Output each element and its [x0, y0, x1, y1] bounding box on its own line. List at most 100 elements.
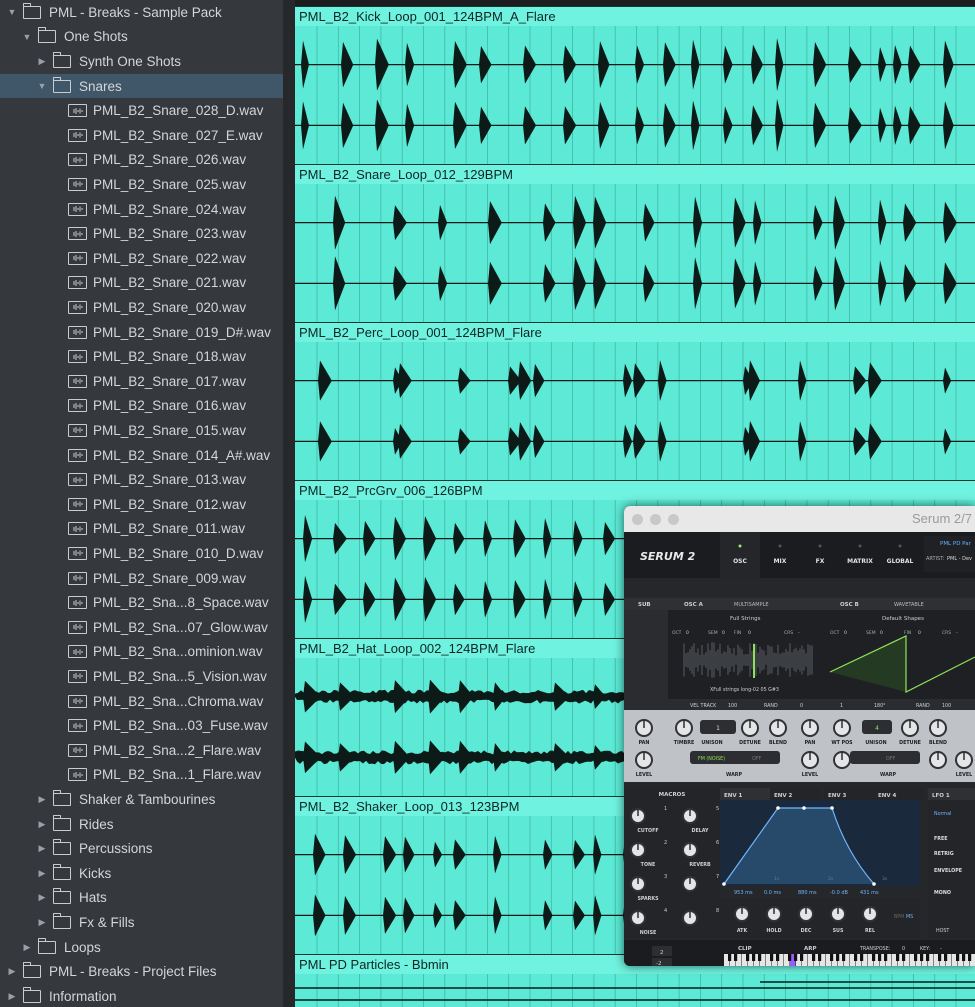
osc-b-warp-display[interactable] [850, 751, 920, 764]
macro-knob[interactable] [682, 910, 698, 926]
serum-knob[interactable] [675, 719, 693, 737]
audio-clip[interactable]: PML_B2_Snare_Loop_012_129BPM [295, 164, 975, 322]
disclosure-closed-icon[interactable]: ▶ [36, 818, 48, 830]
macro-knob[interactable] [630, 808, 646, 824]
disclosure-open-icon[interactable]: ▼ [36, 80, 48, 92]
file-row[interactable]: PML_B2_Snare_012.wav [0, 492, 290, 517]
serum-knob[interactable] [929, 719, 947, 737]
env-knob[interactable] [766, 906, 782, 922]
tab-osc[interactable] [720, 532, 760, 578]
disclosure-closed-icon[interactable]: ▶ [36, 892, 48, 904]
disclosure-open-icon[interactable]: ▼ [6, 6, 18, 18]
disclosure-closed-icon[interactable]: ▶ [6, 990, 18, 1002]
file-row[interactable]: PML_B2_Snare_011.wav [0, 517, 290, 542]
folder-row[interactable]: ▶ Hats [0, 886, 290, 911]
clip-waveform-area[interactable] [295, 342, 975, 480]
serum-knob[interactable] [901, 719, 919, 737]
file-row[interactable]: PML_B2_Snare_025.wav [0, 172, 290, 197]
file-row[interactable]: PML_B2_Sna...1_Flare.wav [0, 763, 290, 788]
file-row[interactable]: PML_B2_Sna...ominion.wav [0, 640, 290, 665]
zoom-window-dot[interactable] [668, 514, 679, 525]
file-row[interactable]: PML_B2_Sna...8_Space.wav [0, 590, 290, 615]
folder-row[interactable]: ▶ Percussions [0, 836, 290, 861]
file-row[interactable]: PML_B2_Sna...07_Glow.wav [0, 615, 290, 640]
folder-row[interactable]: ▶ Fx & Fills [0, 910, 290, 935]
audio-clip[interactable]: PML_B2_Perc_Loop_001_124BPM_Flare [295, 322, 975, 480]
env-knob[interactable] [798, 906, 814, 922]
disclosure-closed-icon[interactable]: ▶ [36, 867, 48, 879]
file-row[interactable]: PML_B2_Snare_018.wav [0, 344, 290, 369]
audio-clip[interactable]: PML_B2_Kick_Loop_001_124BPM_A_Flare [295, 6, 975, 164]
file-row[interactable]: PML_B2_Snare_023.wav [0, 221, 290, 246]
file-row[interactable]: PML_B2_Sna...2_Flare.wav [0, 738, 290, 763]
disclosure-open-icon[interactable]: ▼ [21, 31, 33, 43]
folder-row[interactable]: ▼ Snares [0, 73, 290, 99]
macro-knob[interactable] [682, 808, 698, 824]
folder-row[interactable]: ▼ One Shots [0, 25, 290, 50]
serum-knob[interactable] [769, 719, 787, 737]
file-row[interactable]: PML_B2_Snare_020.wav [0, 295, 290, 320]
minimize-window-dot[interactable] [650, 514, 661, 525]
env-knob[interactable] [862, 906, 878, 922]
file-row[interactable]: PML_B2_Snare_016.wav [0, 394, 290, 419]
file-row[interactable]: PML_B2_Snare_027_E.wav [0, 123, 290, 148]
folder-row[interactable]: ▶ Synth One Shots [0, 49, 290, 74]
folder-row[interactable]: ▶ Kicks [0, 861, 290, 886]
file-row[interactable]: PML_B2_Snare_026.wav [0, 148, 290, 173]
folder-row[interactable]: ▶ Information [0, 984, 290, 1007]
file-row[interactable]: PML_B2_Snare_021.wav [0, 271, 290, 296]
octave-down-box[interactable] [652, 958, 672, 966]
file-row[interactable]: PML_B2_Snare_017.wav [0, 369, 290, 394]
folder-row[interactable]: ▶ Shaker & Tambourines [0, 787, 290, 812]
file-row[interactable]: PML_B2_Snare_024.wav [0, 197, 290, 222]
file-row[interactable]: PML_B2_Snare_022.wav [0, 246, 290, 271]
clip-waveform-area[interactable] [295, 184, 975, 322]
env-knob[interactable] [734, 906, 750, 922]
tab-global[interactable] [880, 532, 920, 578]
file-row[interactable]: PML_B2_Snare_019_D#.wav [0, 320, 290, 345]
env-knob[interactable] [830, 906, 846, 922]
tab-fx[interactable] [800, 532, 840, 578]
file-row[interactable]: PML_B2_Snare_015.wav [0, 418, 290, 443]
folder-row[interactable]: ▶ PML - Breaks - Project Files [0, 959, 290, 984]
file-row[interactable]: PML_B2_Snare_028_D.wav [0, 98, 290, 123]
disclosure-closed-icon[interactable]: ▶ [36, 916, 48, 928]
panel-divider[interactable] [283, 0, 295, 1007]
serum-knob[interactable] [833, 719, 851, 737]
clip-waveform-area[interactable] [295, 26, 975, 164]
file-row[interactable]: PML_B2_Snare_014_A#.wav [0, 443, 290, 468]
close-window-dot[interactable] [632, 514, 643, 525]
serum-knob[interactable] [741, 719, 759, 737]
serum-knob[interactable] [635, 751, 653, 769]
tab-matrix[interactable] [840, 532, 880, 578]
disclosure-closed-icon[interactable]: ▶ [21, 941, 33, 953]
serum-knob[interactable] [955, 751, 973, 769]
clip-waveform-area[interactable] [295, 974, 975, 1007]
folder-row[interactable]: ▶ Rides [0, 812, 290, 837]
file-row[interactable]: PML_B2_Snare_013.wav [0, 467, 290, 492]
file-row[interactable]: PML_B2_Snare_010_D.wav [0, 541, 290, 566]
disclosure-closed-icon[interactable]: ▶ [36, 843, 48, 855]
serum-knob[interactable] [929, 751, 947, 769]
disclosure-closed-icon[interactable]: ▶ [36, 793, 48, 805]
tab-mix[interactable] [760, 532, 800, 578]
serum-knob[interactable] [801, 719, 819, 737]
folder-row[interactable]: ▼ PML - Breaks - Sample Pack [0, 0, 290, 25]
serum-knob[interactable] [635, 719, 653, 737]
file-row[interactable]: PML_B2_Snare_009.wav [0, 566, 290, 591]
macro-knob[interactable] [630, 842, 646, 858]
disclosure-closed-icon[interactable]: ▶ [6, 966, 18, 978]
macro-knob[interactable] [630, 876, 646, 892]
disclosure-closed-icon[interactable]: ▶ [36, 55, 48, 67]
piano-keyboard[interactable] [724, 954, 975, 966]
macro-knob[interactable] [682, 842, 698, 858]
file-row[interactable]: PML_B2_Sna...Chroma.wav [0, 689, 290, 714]
macro-knob[interactable] [630, 910, 646, 926]
folder-row[interactable]: ▶ Loops [0, 935, 290, 960]
serum-knob[interactable] [833, 751, 851, 769]
file-row[interactable]: PML_B2_Sna...03_Fuse.wav [0, 713, 290, 738]
serum-titlebar[interactable]: Serum 2/7 [624, 506, 975, 532]
macro-knob[interactable] [682, 876, 698, 892]
file-row[interactable]: PML_B2_Sna...5_Vision.wav [0, 664, 290, 689]
serum-knob[interactable] [801, 751, 819, 769]
